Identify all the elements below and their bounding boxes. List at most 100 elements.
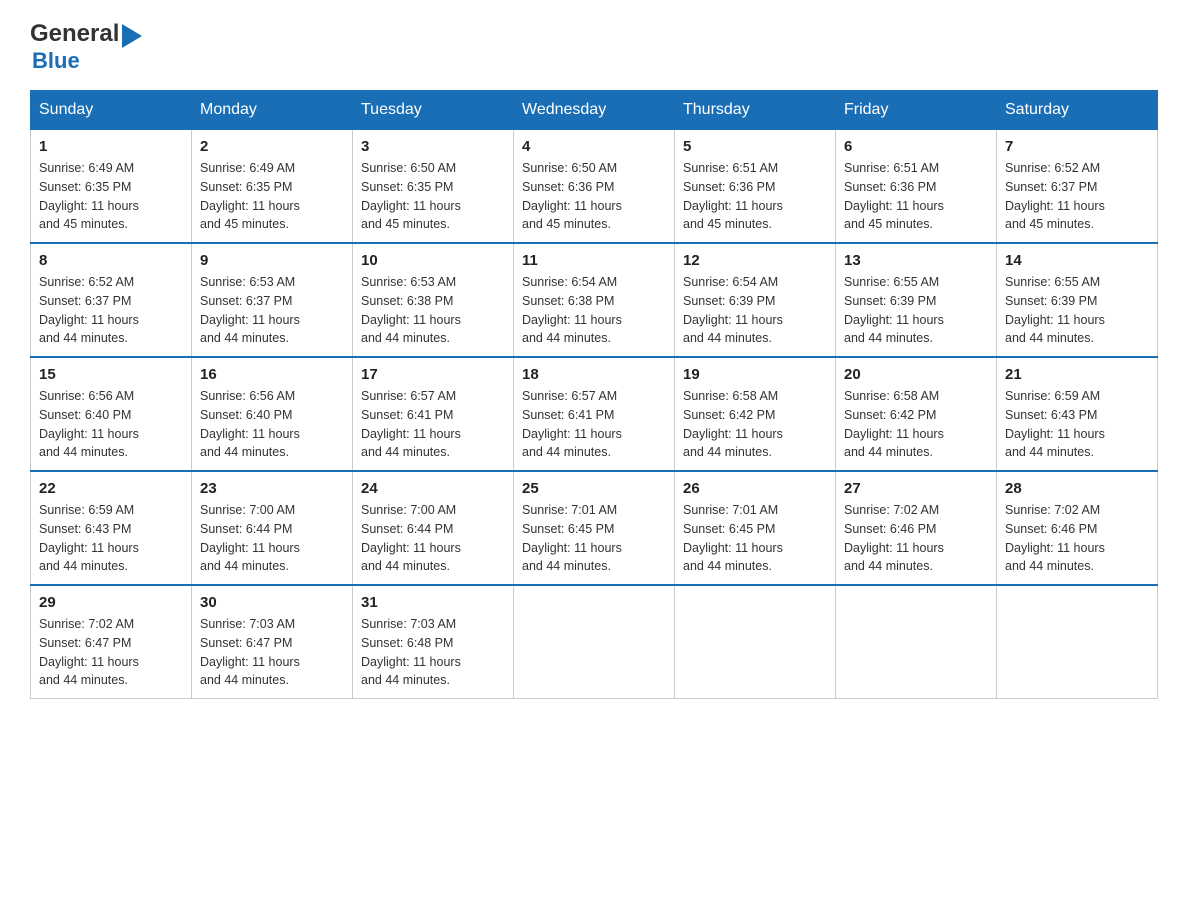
calendar-cell: 25 Sunrise: 7:01 AMSunset: 6:45 PMDaylig… — [514, 471, 675, 585]
calendar-header-tuesday: Tuesday — [353, 91, 514, 130]
day-number: 13 — [844, 252, 988, 269]
day-number: 6 — [844, 138, 988, 155]
calendar-cell — [836, 585, 997, 699]
logo-blue-text: Blue — [32, 48, 142, 74]
day-info: Sunrise: 6:57 AMSunset: 6:41 PMDaylight:… — [361, 387, 505, 462]
day-info: Sunrise: 6:50 AMSunset: 6:36 PMDaylight:… — [522, 159, 666, 234]
calendar-week-1: 1 Sunrise: 6:49 AMSunset: 6:35 PMDayligh… — [31, 130, 1158, 244]
calendar-cell: 29 Sunrise: 7:02 AMSunset: 6:47 PMDaylig… — [31, 585, 192, 699]
calendar-cell: 4 Sunrise: 6:50 AMSunset: 6:36 PMDayligh… — [514, 130, 675, 244]
calendar-cell: 14 Sunrise: 6:55 AMSunset: 6:39 PMDaylig… — [997, 243, 1158, 357]
calendar-cell: 8 Sunrise: 6:52 AMSunset: 6:37 PMDayligh… — [31, 243, 192, 357]
day-number: 2 — [200, 138, 344, 155]
day-info: Sunrise: 7:02 AMSunset: 6:47 PMDaylight:… — [39, 615, 183, 690]
day-info: Sunrise: 6:51 AMSunset: 6:36 PMDaylight:… — [844, 159, 988, 234]
day-number: 3 — [361, 138, 505, 155]
calendar-cell: 7 Sunrise: 6:52 AMSunset: 6:37 PMDayligh… — [997, 130, 1158, 244]
day-number: 29 — [39, 594, 183, 611]
day-number: 11 — [522, 252, 666, 269]
day-info: Sunrise: 6:53 AMSunset: 6:37 PMDaylight:… — [200, 273, 344, 348]
day-info: Sunrise: 6:59 AMSunset: 6:43 PMDaylight:… — [1005, 387, 1149, 462]
calendar-cell: 1 Sunrise: 6:49 AMSunset: 6:35 PMDayligh… — [31, 130, 192, 244]
calendar-cell: 11 Sunrise: 6:54 AMSunset: 6:38 PMDaylig… — [514, 243, 675, 357]
calendar-cell — [514, 585, 675, 699]
calendar-cell: 12 Sunrise: 6:54 AMSunset: 6:39 PMDaylig… — [675, 243, 836, 357]
day-info: Sunrise: 6:52 AMSunset: 6:37 PMDaylight:… — [39, 273, 183, 348]
calendar-body: 1 Sunrise: 6:49 AMSunset: 6:35 PMDayligh… — [31, 130, 1158, 699]
day-info: Sunrise: 6:51 AMSunset: 6:36 PMDaylight:… — [683, 159, 827, 234]
day-info: Sunrise: 6:54 AMSunset: 6:38 PMDaylight:… — [522, 273, 666, 348]
calendar-cell: 10 Sunrise: 6:53 AMSunset: 6:38 PMDaylig… — [353, 243, 514, 357]
day-info: Sunrise: 6:56 AMSunset: 6:40 PMDaylight:… — [200, 387, 344, 462]
day-number: 12 — [683, 252, 827, 269]
calendar-table: SundayMondayTuesdayWednesdayThursdayFrid… — [30, 90, 1158, 699]
logo-line1: General — [30, 20, 142, 48]
day-info: Sunrise: 7:00 AMSunset: 6:44 PMDaylight:… — [200, 501, 344, 576]
day-number: 28 — [1005, 480, 1149, 497]
calendar-cell: 17 Sunrise: 6:57 AMSunset: 6:41 PMDaylig… — [353, 357, 514, 471]
calendar-cell: 2 Sunrise: 6:49 AMSunset: 6:35 PMDayligh… — [192, 130, 353, 244]
day-number: 1 — [39, 138, 183, 155]
day-info: Sunrise: 6:57 AMSunset: 6:41 PMDaylight:… — [522, 387, 666, 462]
calendar-week-2: 8 Sunrise: 6:52 AMSunset: 6:37 PMDayligh… — [31, 243, 1158, 357]
day-number: 8 — [39, 252, 183, 269]
calendar-week-5: 29 Sunrise: 7:02 AMSunset: 6:47 PMDaylig… — [31, 585, 1158, 699]
calendar-cell: 15 Sunrise: 6:56 AMSunset: 6:40 PMDaylig… — [31, 357, 192, 471]
day-info: Sunrise: 7:02 AMSunset: 6:46 PMDaylight:… — [844, 501, 988, 576]
day-info: Sunrise: 6:54 AMSunset: 6:39 PMDaylight:… — [683, 273, 827, 348]
calendar-cell: 5 Sunrise: 6:51 AMSunset: 6:36 PMDayligh… — [675, 130, 836, 244]
day-number: 15 — [39, 366, 183, 383]
calendar-cell: 30 Sunrise: 7:03 AMSunset: 6:47 PMDaylig… — [192, 585, 353, 699]
calendar-cell: 19 Sunrise: 6:58 AMSunset: 6:42 PMDaylig… — [675, 357, 836, 471]
calendar-header-row: SundayMondayTuesdayWednesdayThursdayFrid… — [31, 91, 1158, 130]
logo-general-text: General — [30, 20, 119, 48]
day-info: Sunrise: 7:01 AMSunset: 6:45 PMDaylight:… — [522, 501, 666, 576]
logo-triangle-icon — [122, 24, 142, 48]
calendar-week-3: 15 Sunrise: 6:56 AMSunset: 6:40 PMDaylig… — [31, 357, 1158, 471]
day-info: Sunrise: 6:49 AMSunset: 6:35 PMDaylight:… — [200, 159, 344, 234]
day-info: Sunrise: 6:49 AMSunset: 6:35 PMDaylight:… — [39, 159, 183, 234]
calendar-header-sunday: Sunday — [31, 91, 192, 130]
calendar-cell — [675, 585, 836, 699]
day-number: 24 — [361, 480, 505, 497]
day-number: 20 — [844, 366, 988, 383]
day-number: 9 — [200, 252, 344, 269]
calendar-cell: 24 Sunrise: 7:00 AMSunset: 6:44 PMDaylig… — [353, 471, 514, 585]
day-number: 5 — [683, 138, 827, 155]
calendar-cell: 26 Sunrise: 7:01 AMSunset: 6:45 PMDaylig… — [675, 471, 836, 585]
calendar-cell: 18 Sunrise: 6:57 AMSunset: 6:41 PMDaylig… — [514, 357, 675, 471]
calendar-cell: 27 Sunrise: 7:02 AMSunset: 6:46 PMDaylig… — [836, 471, 997, 585]
day-info: Sunrise: 6:55 AMSunset: 6:39 PMDaylight:… — [844, 273, 988, 348]
day-number: 7 — [1005, 138, 1149, 155]
day-number: 4 — [522, 138, 666, 155]
calendar-header-wednesday: Wednesday — [514, 91, 675, 130]
calendar-week-4: 22 Sunrise: 6:59 AMSunset: 6:43 PMDaylig… — [31, 471, 1158, 585]
day-number: 31 — [361, 594, 505, 611]
day-number: 30 — [200, 594, 344, 611]
day-number: 25 — [522, 480, 666, 497]
day-info: Sunrise: 6:58 AMSunset: 6:42 PMDaylight:… — [844, 387, 988, 462]
calendar-cell: 23 Sunrise: 7:00 AMSunset: 6:44 PMDaylig… — [192, 471, 353, 585]
day-info: Sunrise: 7:00 AMSunset: 6:44 PMDaylight:… — [361, 501, 505, 576]
day-number: 10 — [361, 252, 505, 269]
day-info: Sunrise: 6:53 AMSunset: 6:38 PMDaylight:… — [361, 273, 505, 348]
day-number: 16 — [200, 366, 344, 383]
calendar-cell: 28 Sunrise: 7:02 AMSunset: 6:46 PMDaylig… — [997, 471, 1158, 585]
calendar-cell: 3 Sunrise: 6:50 AMSunset: 6:35 PMDayligh… — [353, 130, 514, 244]
calendar-cell: 22 Sunrise: 6:59 AMSunset: 6:43 PMDaylig… — [31, 471, 192, 585]
day-info: Sunrise: 6:52 AMSunset: 6:37 PMDaylight:… — [1005, 159, 1149, 234]
calendar-header-saturday: Saturday — [997, 91, 1158, 130]
day-number: 18 — [522, 366, 666, 383]
calendar-cell: 6 Sunrise: 6:51 AMSunset: 6:36 PMDayligh… — [836, 130, 997, 244]
calendar-cell: 9 Sunrise: 6:53 AMSunset: 6:37 PMDayligh… — [192, 243, 353, 357]
day-info: Sunrise: 6:56 AMSunset: 6:40 PMDaylight:… — [39, 387, 183, 462]
day-info: Sunrise: 6:50 AMSunset: 6:35 PMDaylight:… — [361, 159, 505, 234]
day-info: Sunrise: 7:03 AMSunset: 6:47 PMDaylight:… — [200, 615, 344, 690]
day-number: 14 — [1005, 252, 1149, 269]
calendar-cell: 20 Sunrise: 6:58 AMSunset: 6:42 PMDaylig… — [836, 357, 997, 471]
calendar-cell: 31 Sunrise: 7:03 AMSunset: 6:48 PMDaylig… — [353, 585, 514, 699]
logo: General Blue — [30, 20, 142, 74]
calendar-header-thursday: Thursday — [675, 91, 836, 130]
day-number: 23 — [200, 480, 344, 497]
day-number: 21 — [1005, 366, 1149, 383]
